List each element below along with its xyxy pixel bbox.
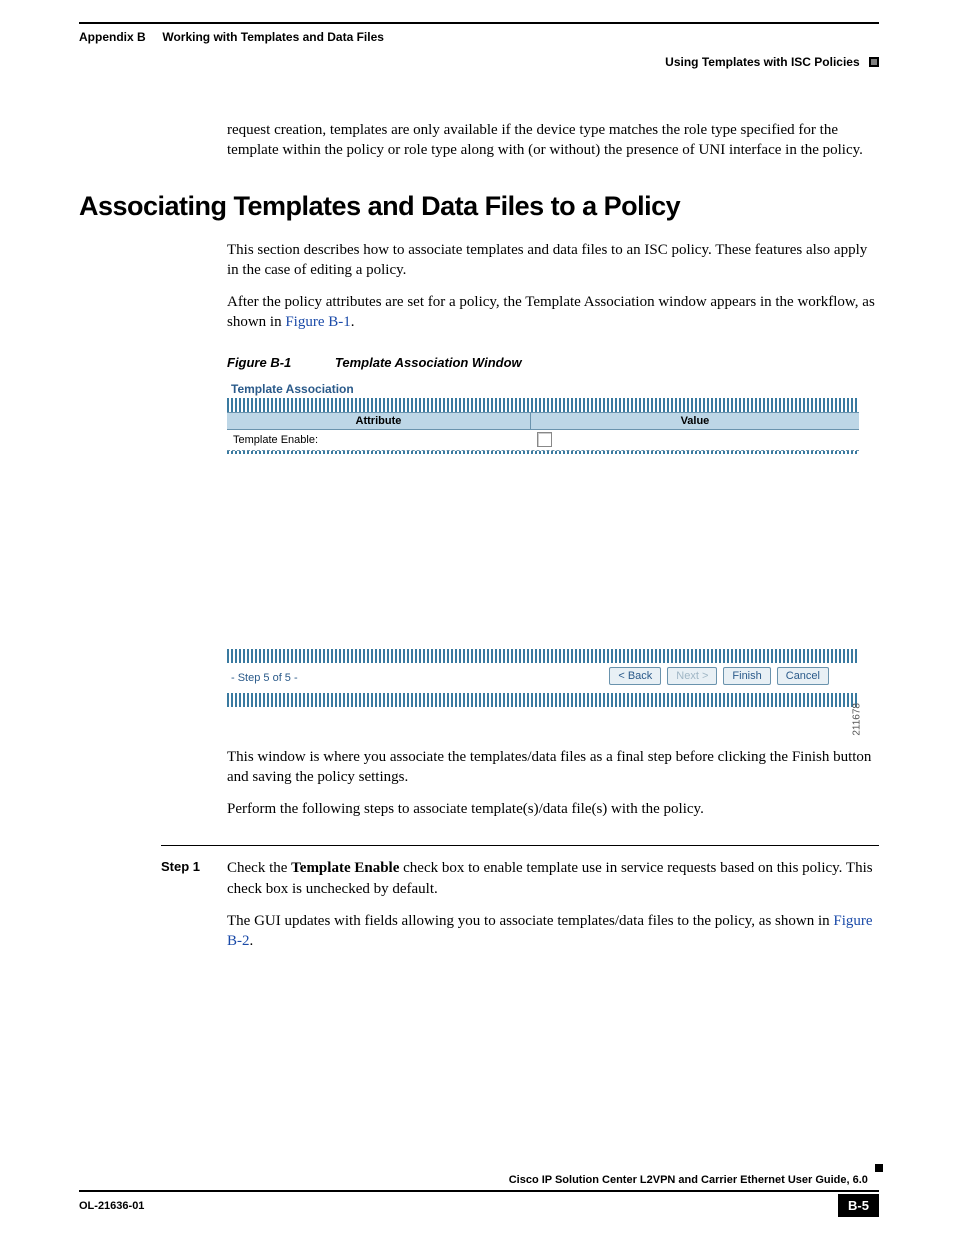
window-title: Template Association [227, 380, 859, 398]
next-button: Next > [667, 667, 717, 685]
appendix-label: Appendix B [79, 30, 146, 44]
figure-caption: Figure B-1 Template Association Window [227, 355, 879, 370]
section-title: Using Templates with ISC Policies [665, 55, 860, 69]
after-figure-p1: This window is where you associate the t… [227, 747, 879, 788]
finish-button[interactable]: Finish [723, 667, 770, 685]
table-header: Attribute Value [227, 412, 859, 430]
decorative-stripe: < Back Next > Finish Cancel [227, 693, 859, 707]
step-1-text-1: Check the Template Enable check box to e… [227, 858, 879, 899]
step-1-text-2: The GUI updates with fields allowing you… [227, 911, 879, 952]
step-1-label: Step 1 [161, 858, 227, 963]
step-1-block: Step 1 Check the Template Enable check b… [161, 858, 879, 963]
col-attribute: Attribute [227, 413, 530, 429]
figure-number: Figure B-1 [227, 355, 291, 370]
lead-in-paragraph: request creation, templates are only ava… [227, 120, 879, 161]
figure-b1: Template Association Attribute Value Tem… [227, 380, 859, 707]
cancel-button[interactable]: Cancel [777, 667, 829, 685]
attr-template-enable: Template Enable: [227, 430, 531, 450]
page-number: B-5 [838, 1194, 879, 1217]
table-body-empty [227, 454, 859, 649]
step-divider [161, 845, 879, 846]
page-header: Appendix B Working with Templates and Da… [79, 22, 879, 44]
guide-title: Cisco IP Solution Center L2VPN and Carri… [509, 1174, 868, 1186]
template-enable-checkbox[interactable] [537, 432, 552, 447]
section-heading: Associating Templates and Data Files to … [79, 191, 879, 222]
header-marker-icon [869, 57, 879, 67]
doc-id: OL-21636-01 [79, 1200, 144, 1212]
footer-marker-icon [875, 1164, 883, 1172]
template-enable-bold: Template Enable [291, 860, 399, 876]
col-value: Value [530, 413, 859, 429]
page-footer: Cisco IP Solution Center L2VPN and Carri… [79, 1174, 879, 1217]
table-row: Template Enable: [227, 430, 859, 451]
intro-paragraph-1: This section describes how to associate … [227, 240, 879, 281]
decorative-stripe [227, 649, 859, 663]
figure-title: Template Association Window [335, 355, 522, 370]
intro-paragraph-2: After the policy attributes are set for … [227, 292, 879, 333]
decorative-stripe [227, 398, 859, 412]
after-figure-p2: Perform the following steps to associate… [227, 799, 879, 819]
figure-id: 211678 [852, 703, 863, 736]
section-header: Using Templates with ISC Policies [665, 55, 879, 69]
figure-b1-link[interactable]: Figure B-1 [285, 314, 350, 330]
back-button[interactable]: < Back [609, 667, 661, 685]
chapter-title: Working with Templates and Data Files [162, 30, 384, 44]
step-indicator: - Step 5 of 5 - [227, 672, 298, 684]
